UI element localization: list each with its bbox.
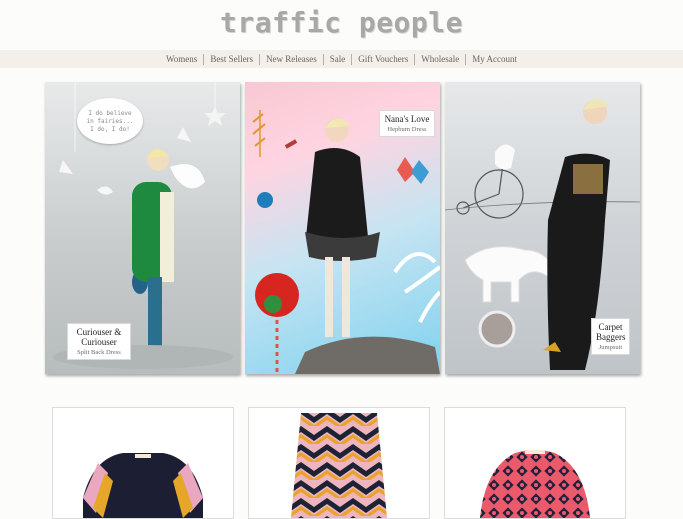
banner-title: Carpet Baggers xyxy=(596,322,626,342)
product-card[interactable] xyxy=(52,407,234,519)
cloud-speech-bubble: I do believe in fairies... I do, I do! xyxy=(77,98,143,144)
banner-title: Nana's Love xyxy=(384,114,430,124)
main-nav: Womens Best Sellers New Releases Sale Gi… xyxy=(0,50,683,68)
brand-logo[interactable]: traffic people xyxy=(0,0,683,50)
banner-title: Curiouser & Curiouser xyxy=(76,327,122,347)
banner-subtitle: Hepburn Dress xyxy=(387,126,427,133)
banner-subtitle: Jumpsuit xyxy=(598,344,623,351)
product-card[interactable] xyxy=(248,407,430,519)
nav-item-womens[interactable]: Womens xyxy=(160,53,205,65)
banner-nanas-love[interactable]: Nana's Love Hepburn Dress xyxy=(245,82,440,374)
banner-tag-nanas-love[interactable]: Nana's Love Hepburn Dress xyxy=(379,110,435,137)
banner-carpet-baggers[interactable]: Carpet Baggers Jumpsuit xyxy=(445,82,640,374)
nav-item-sale[interactable]: Sale xyxy=(324,53,353,65)
nav-item-new-releases[interactable]: New Releases xyxy=(260,53,324,65)
nav-item-my-account[interactable]: My Account xyxy=(466,54,523,65)
cloud-line-1: I do believe xyxy=(88,110,132,117)
cloud-line-2: in fairies... xyxy=(86,118,134,125)
nav-item-best-sellers[interactable]: Best Sellers xyxy=(204,53,261,65)
banner-tag-carpet-baggers[interactable]: Carpet Baggers Jumpsuit xyxy=(591,318,630,355)
cloud-line-3: I do, I do! xyxy=(90,126,130,133)
nav-item-gift-vouchers[interactable]: Gift Vouchers xyxy=(352,53,416,65)
product-card[interactable] xyxy=(444,407,626,519)
logo-text: traffic people xyxy=(219,6,463,39)
banner-subtitle: Split Back Dress xyxy=(77,349,121,356)
product-image xyxy=(83,453,203,518)
product-image xyxy=(291,413,387,518)
product-image xyxy=(480,450,590,518)
nav-item-wholesale[interactable]: Wholesale xyxy=(415,53,467,65)
banner-curiouser[interactable]: I do believe in fairies... I do, I do! C… xyxy=(45,82,240,374)
banner-tag-curiouser[interactable]: Curiouser & Curiouser Split Back Dress xyxy=(67,323,131,360)
